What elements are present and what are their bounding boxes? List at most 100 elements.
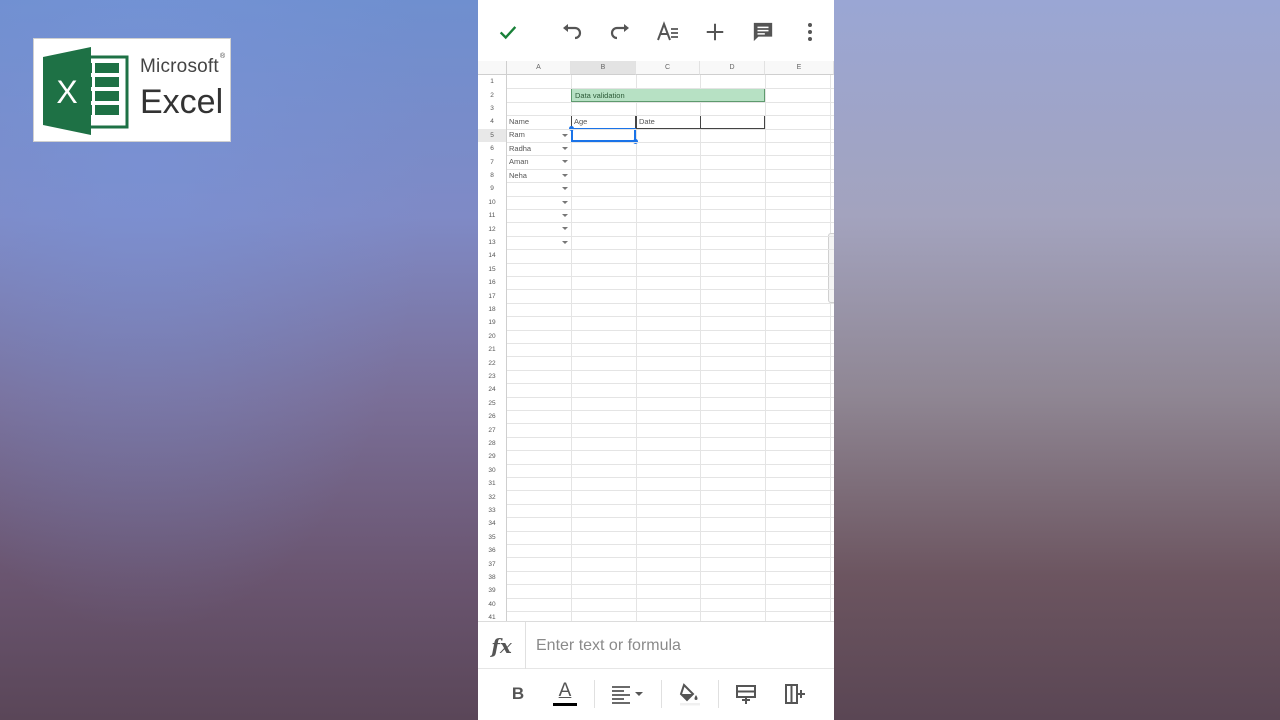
- grid-line: [507, 463, 834, 465]
- grid-line: [507, 503, 834, 505]
- grid-line: [507, 142, 834, 143]
- grid-line: [507, 584, 834, 586]
- row-header[interactable]: 13: [478, 235, 507, 250]
- logo-brand: Microsoft: [140, 56, 219, 77]
- text-format-icon[interactable]: [656, 20, 680, 44]
- scroll-handle[interactable]: [828, 233, 834, 303]
- sheets-app: A B C D E Data validation Name Age Date …: [478, 0, 834, 720]
- row-header[interactable]: 35: [478, 530, 507, 544]
- grid-line: [507, 544, 834, 545]
- name-cell[interactable]: Ram: [509, 129, 525, 141]
- row-header[interactable]: 2: [478, 88, 507, 102]
- row-header[interactable]: 11: [478, 209, 507, 223]
- row-header[interactable]: 6: [478, 142, 507, 156]
- row-header[interactable]: 4: [478, 115, 507, 129]
- name-cell[interactable]: Aman: [509, 156, 529, 168]
- row-header[interactable]: 15: [478, 262, 507, 276]
- row-header[interactable]: 10: [478, 195, 507, 209]
- row-header[interactable]: 39: [478, 584, 507, 598]
- row-header[interactable]: 37: [478, 557, 507, 571]
- selected-cell-b5[interactable]: [571, 128, 636, 142]
- row-header[interactable]: 28: [478, 436, 507, 451]
- row-header[interactable]: 5: [478, 128, 507, 142]
- row-header[interactable]: 41: [478, 611, 507, 621]
- row-header[interactable]: 36: [478, 544, 507, 558]
- insert-row-icon[interactable]: [734, 681, 758, 707]
- row-header[interactable]: 23: [478, 369, 507, 384]
- header-age[interactable]: Age: [574, 116, 587, 128]
- row-header[interactable]: 8: [478, 168, 507, 183]
- insert-column-icon[interactable]: [783, 681, 807, 707]
- column-header-d[interactable]: D: [700, 61, 765, 75]
- header-empty-cell[interactable]: [700, 115, 765, 129]
- dropdown-arrow-icon[interactable]: [562, 187, 568, 191]
- row-header[interactable]: 20: [478, 329, 507, 343]
- row-header[interactable]: 9: [478, 182, 507, 196]
- column-header-a[interactable]: A: [507, 61, 571, 75]
- grid-line: [507, 289, 834, 291]
- dropdown-arrow-icon[interactable]: [562, 173, 568, 177]
- row-header[interactable]: 30: [478, 463, 507, 477]
- dropdown-arrow-icon[interactable]: [562, 227, 568, 231]
- column-header-e[interactable]: E: [765, 61, 834, 75]
- row-header[interactable]: 14: [478, 249, 507, 263]
- row-header[interactable]: 32: [478, 490, 507, 504]
- row-header[interactable]: 29: [478, 450, 507, 464]
- text-color-icon[interactable]: A: [552, 681, 578, 707]
- row-header[interactable]: 7: [478, 155, 507, 169]
- row-header[interactable]: 19: [478, 316, 507, 330]
- comment-icon[interactable]: [751, 20, 775, 44]
- row-header[interactable]: 22: [478, 356, 507, 370]
- row-header[interactable]: 24: [478, 383, 507, 397]
- formula-input[interactable]: [536, 636, 826, 656]
- row-header[interactable]: 33: [478, 503, 507, 518]
- dropdown-arrow-icon[interactable]: [562, 214, 568, 217]
- dropdown-arrow-icon[interactable]: [562, 160, 568, 164]
- grid-line: [507, 155, 834, 157]
- row-header[interactable]: 40: [478, 597, 507, 611]
- header-name[interactable]: Name: [509, 116, 529, 128]
- grid-line: [507, 115, 834, 117]
- fill-color-icon[interactable]: [678, 681, 702, 707]
- name-cell[interactable]: Neha: [509, 170, 527, 182]
- undo-icon[interactable]: [560, 20, 584, 44]
- dropdown-arrow-icon[interactable]: [562, 133, 568, 137]
- grid-line: [507, 611, 834, 612]
- grid-line: [507, 410, 834, 411]
- grid-line: [507, 396, 834, 398]
- data-validation-header-cell[interactable]: Data validation: [571, 88, 765, 102]
- grid-line: [507, 276, 834, 277]
- row-header[interactable]: 25: [478, 396, 507, 410]
- bold-label: B: [511, 684, 525, 703]
- grid-line: [507, 490, 834, 492]
- row-header[interactable]: 1: [478, 75, 507, 89]
- row-header[interactable]: 38: [478, 570, 507, 585]
- dropdown-arrow-icon[interactable]: [562, 200, 568, 204]
- row-header[interactable]: 34: [478, 517, 507, 531]
- spreadsheet-grid[interactable]: A B C D E Data validation Name Age Date …: [478, 61, 834, 621]
- dropdown-arrow-icon[interactable]: [562, 147, 568, 150]
- column-header-c[interactable]: C: [636, 61, 700, 75]
- row-header[interactable]: 27: [478, 423, 507, 437]
- row-header[interactable]: 16: [478, 276, 507, 290]
- grid-line: [507, 436, 834, 438]
- row-header[interactable]: 21: [478, 343, 507, 357]
- row-header[interactable]: 12: [478, 222, 507, 236]
- check-icon[interactable]: [496, 20, 520, 44]
- row-header[interactable]: 31: [478, 477, 507, 491]
- insert-icon[interactable]: [703, 20, 727, 44]
- more-icon[interactable]: [798, 20, 822, 44]
- name-cell[interactable]: Radha: [509, 143, 531, 155]
- dropdown-arrow-icon[interactable]: [562, 240, 568, 244]
- row-header[interactable]: 26: [478, 410, 507, 424]
- redo-icon[interactable]: [608, 20, 632, 44]
- row-header[interactable]: 3: [478, 101, 507, 116]
- header-date[interactable]: Date: [639, 116, 655, 128]
- row-header[interactable]: 17: [478, 289, 507, 303]
- row-header[interactable]: 18: [478, 302, 507, 317]
- bold-icon[interactable]: B: [508, 681, 528, 707]
- grid-line: [507, 262, 834, 264]
- column-header-b[interactable]: B: [571, 61, 636, 75]
- align-icon[interactable]: [610, 681, 646, 707]
- select-all-corner[interactable]: [478, 61, 507, 75]
